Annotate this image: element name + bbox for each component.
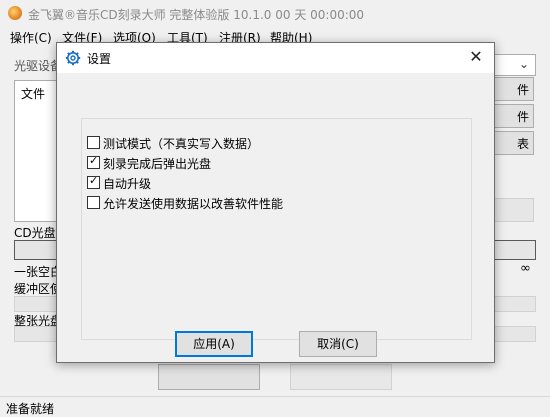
option-label: 允许发送使用数据以改善软件性能 (103, 197, 284, 211)
dialog-body: 测试模式（不真实写入数据） ✓ 刻录完成后弹出光盘 ✓ 自动升级 允许发送使用数… (57, 73, 494, 362)
gear-icon (65, 50, 81, 66)
dialog-title-bar: 设置 ✕ (57, 43, 494, 73)
checkmark-icon: ✓ (89, 154, 99, 167)
checkbox-test-mode[interactable] (87, 136, 100, 149)
file-list-header: 文件 (21, 87, 46, 101)
start-burn-button[interactable] (158, 364, 260, 390)
option-label: 自动升级 (103, 177, 152, 191)
buffer-label: 缓冲区使 (14, 282, 63, 296)
title-bar: 金飞翼®音乐CD刻录大师 完整体验版 10.1.0 00 天 00:00:00 (0, 0, 550, 26)
blank-disc-label: 一张空白 (14, 265, 63, 279)
infinity-value: ∞ (520, 261, 531, 276)
checkbox-eject-after-burn[interactable]: ✓ (87, 154, 100, 169)
chevron-down-icon: ⌄ (518, 57, 529, 71)
stop-burn-button[interactable] (290, 364, 392, 390)
menu-operate[interactable]: 操作(C) (10, 29, 52, 46)
option-label: 刻录完成后弹出光盘 (103, 157, 212, 171)
cancel-button[interactable]: 取消(C) (299, 331, 377, 357)
close-icon: ✕ (469, 47, 483, 66)
checkbox-auto-upgrade[interactable]: ✓ (87, 174, 100, 189)
option-label: 测试模式（不真实写入数据） (103, 137, 260, 151)
checkmark-icon: ✓ (89, 174, 99, 187)
status-text: 准备就绪 (6, 402, 55, 416)
close-button[interactable]: ✕ (466, 47, 486, 67)
apply-button[interactable]: 应用(A) (175, 331, 253, 357)
drive-select[interactable]: ⌄ (490, 54, 536, 76)
status-bar: 准备就绪 (0, 396, 550, 417)
window-title: 金飞翼®音乐CD刻录大师 完整体验版 10.1.0 00 天 00:00:00 (28, 8, 365, 22)
app-icon (8, 6, 22, 20)
settings-dialog: 设置 ✕ 测试模式（不真实写入数据） ✓ 刻录完成后弹出光盘 ✓ 自动升级 允许… (56, 42, 495, 363)
drive-label: 光驱设备 (14, 59, 63, 73)
dialog-title: 设置 (87, 52, 112, 66)
checkbox-send-usage-data[interactable] (87, 196, 100, 209)
